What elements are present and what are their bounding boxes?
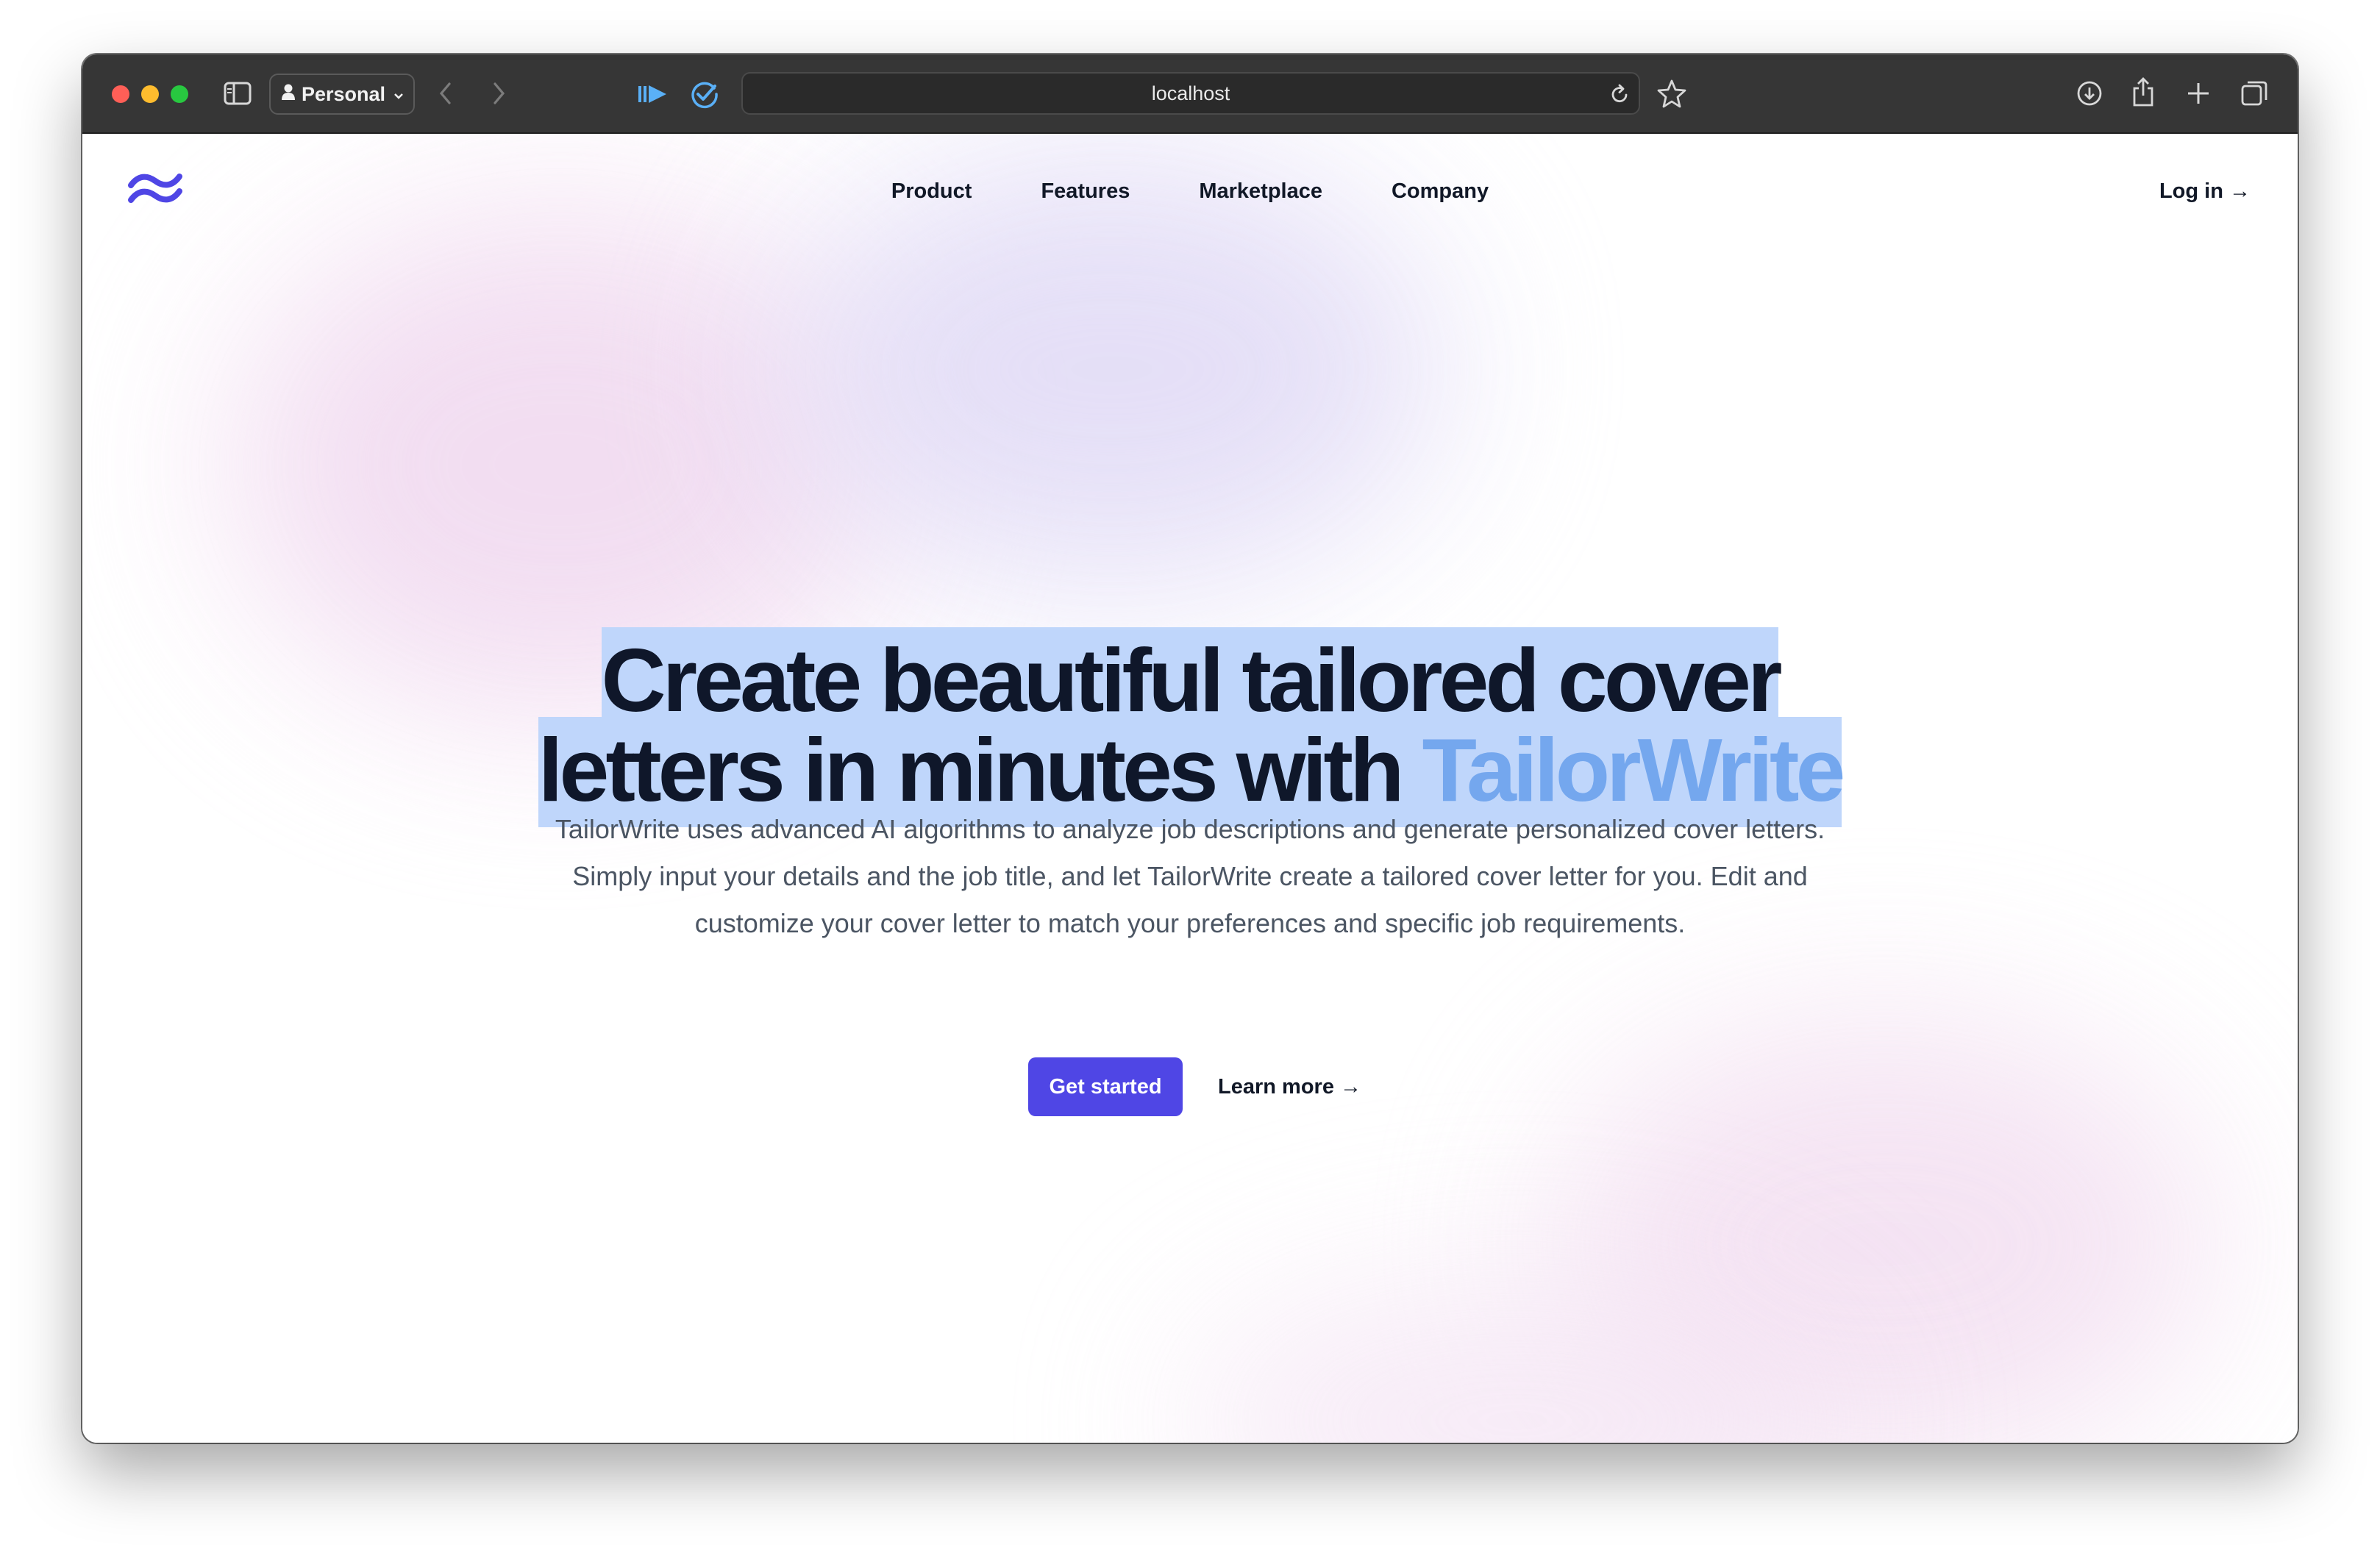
hero-title: Create beautiful tailored cover letters …: [82, 627, 2298, 827]
checkmark-circle-icon[interactable]: [690, 79, 719, 109]
chevron-down-icon: [393, 83, 405, 106]
forward-arrow-icon[interactable]: [490, 81, 507, 106]
login-link[interactable]: Log in →: [2159, 169, 2251, 213]
reload-icon[interactable]: [1608, 82, 1631, 110]
star-icon[interactable]: [1656, 78, 1687, 109]
profile-label: Personal: [302, 82, 386, 105]
nav-link-features[interactable]: Features: [1041, 169, 1130, 213]
address-bar[interactable]: localhost: [741, 72, 1640, 115]
minimize-window-button[interactable]: [141, 85, 159, 103]
back-arrow-icon[interactable]: [437, 81, 455, 106]
media-play-icon[interactable]: [637, 84, 668, 104]
hero-title-accent: TailorWrite: [1422, 720, 1845, 820]
hero-title-line-2: letters in minutes with: [538, 720, 1422, 820]
new-tab-icon[interactable]: [2186, 81, 2211, 106]
main-nav: Product Features Marketplace Company: [82, 169, 2298, 213]
person-icon: [281, 83, 296, 106]
url-text: localhost: [1151, 82, 1230, 104]
nav-link-product[interactable]: Product: [891, 169, 972, 213]
zoom-window-button[interactable]: [171, 85, 188, 103]
hero-section: Create beautiful tailored cover letters …: [82, 627, 2298, 827]
browser-toolbar: Personal localhost: [82, 54, 2298, 134]
sidebar-toggle-icon[interactable]: [224, 81, 252, 106]
hero-description: TailorWrite uses advanced AI algorithms …: [555, 814, 1825, 938]
share-icon[interactable]: [2130, 76, 2156, 107]
nav-link-marketplace[interactable]: Marketplace: [1199, 169, 1322, 213]
close-window-button[interactable]: [112, 85, 129, 103]
page-content: Product Features Marketplace Company Log…: [82, 134, 2298, 1443]
get-started-button[interactable]: Get started: [1028, 1057, 1183, 1116]
hero-actions: Get started Learn more →: [1028, 1057, 1361, 1116]
nav-link-company[interactable]: Company: [1392, 169, 1489, 213]
browser-window: Personal localhost Product Features Mark…: [82, 54, 2298, 1443]
learn-more-link[interactable]: Learn more →: [1218, 1075, 1361, 1099]
tab-overview-icon[interactable]: [2240, 79, 2268, 107]
download-icon[interactable]: [2076, 79, 2103, 107]
profile-switcher[interactable]: Personal: [269, 74, 415, 115]
web-page: Product Features Marketplace Company Log…: [82, 134, 2298, 1443]
